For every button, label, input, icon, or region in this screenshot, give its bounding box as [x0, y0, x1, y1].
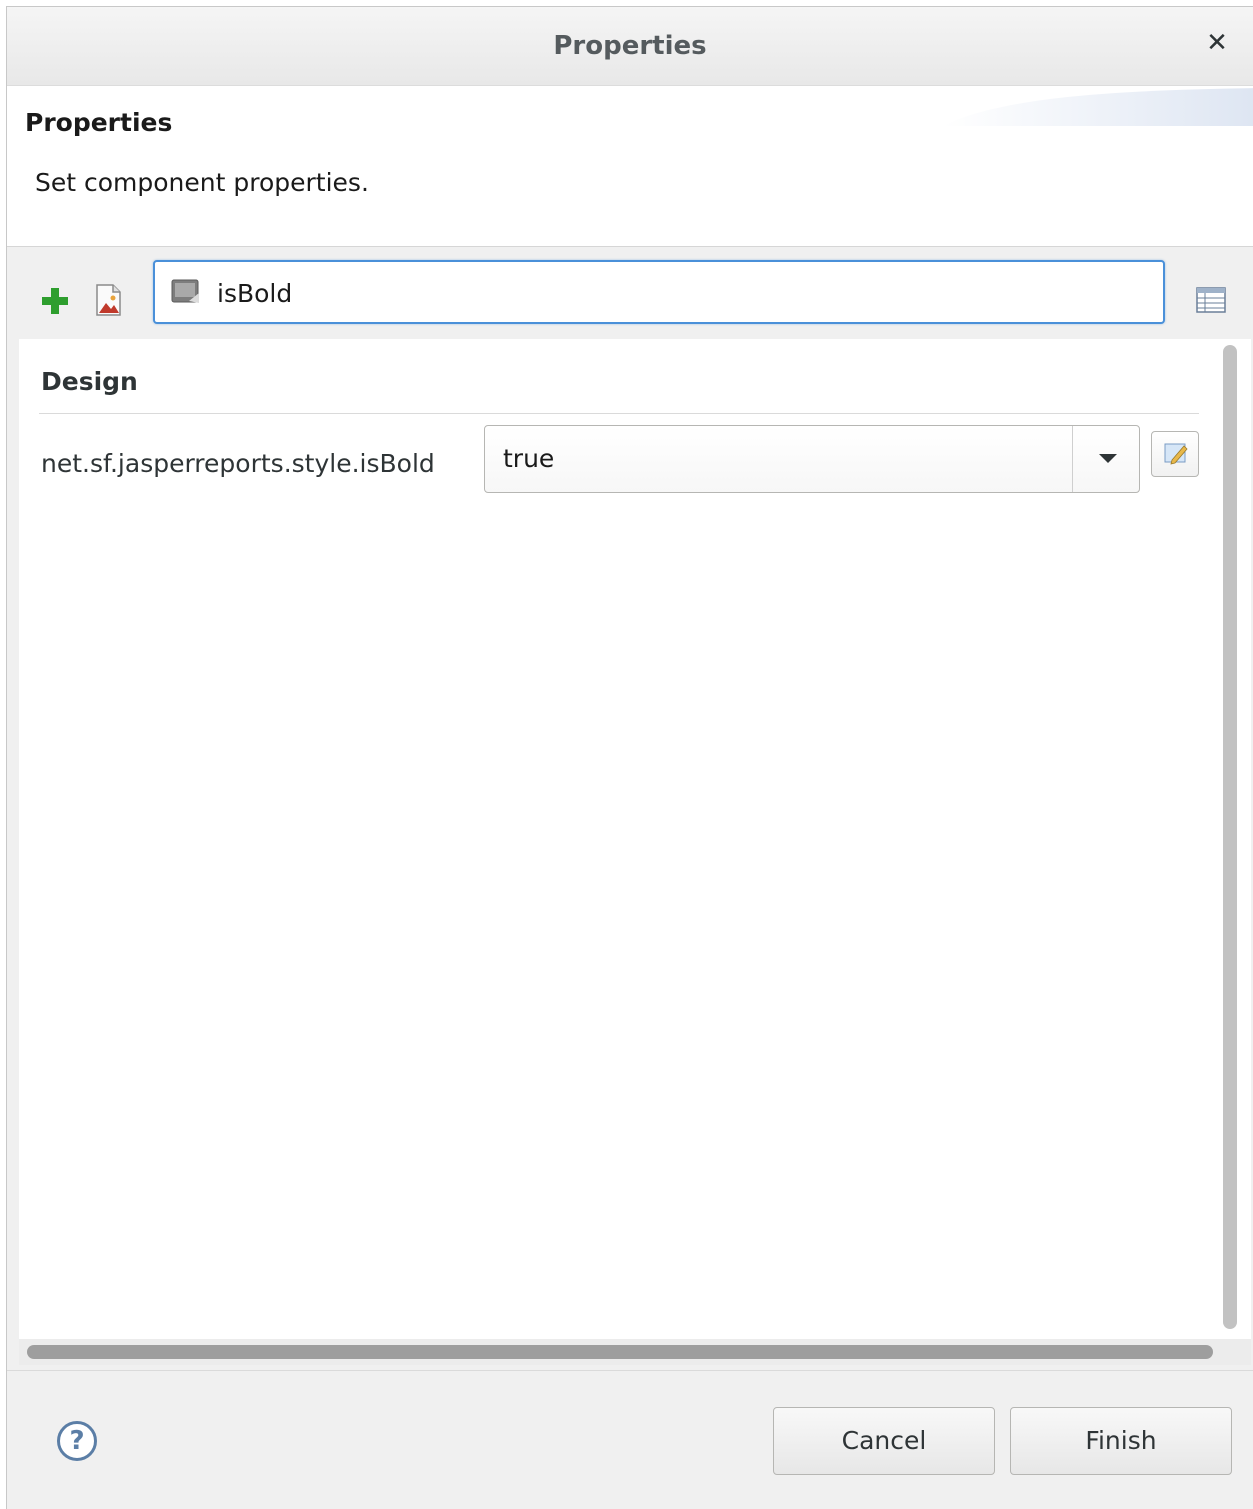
- property-value-dropdown[interactable]: true: [484, 425, 1140, 493]
- finish-button[interactable]: Finish: [1010, 1407, 1232, 1475]
- section-divider: [39, 413, 1199, 414]
- footer-divider: [7, 1370, 1253, 1371]
- plus-icon[interactable]: [39, 285, 71, 317]
- banner-decoration: [943, 88, 1253, 126]
- horizontal-scrollbar[interactable]: [27, 1345, 1213, 1359]
- properties-panel: Design net.sf.jasperreports.style.isBold…: [19, 339, 1251, 1357]
- cancel-button[interactable]: Cancel: [773, 1407, 995, 1475]
- section-title-design: Design: [41, 367, 138, 396]
- dropdown-selected-value: true: [503, 444, 555, 473]
- window-title: Properties: [553, 31, 707, 61]
- chevron-down-icon[interactable]: [1099, 454, 1117, 463]
- properties-dialog: Properties ✕ Properties Set component pr…: [6, 6, 1253, 1509]
- property-search-field[interactable]: [153, 260, 1165, 324]
- toolbar: [7, 247, 1253, 339]
- search-input[interactable]: [217, 272, 1137, 314]
- property-label: net.sf.jasperreports.style.isBold: [41, 449, 435, 478]
- page-title: Properties: [25, 108, 173, 137]
- wizard-header: Properties Set component properties.: [7, 86, 1253, 247]
- title-bar: Properties ✕: [7, 7, 1253, 86]
- table-view-icon[interactable]: [1195, 285, 1227, 317]
- page-description: Set component properties.: [35, 168, 369, 197]
- vertical-scrollbar[interactable]: [1223, 345, 1237, 1329]
- help-icon[interactable]: ?: [57, 1421, 97, 1461]
- edit-expression-button[interactable]: [1151, 431, 1199, 477]
- horizontal-scrollbar-track: [19, 1339, 1251, 1365]
- edit-expression-icon: [1164, 443, 1188, 465]
- dropdown-separator: [1072, 426, 1073, 492]
- image-icon[interactable]: [93, 283, 125, 316]
- property-icon: [171, 279, 199, 303]
- close-icon[interactable]: ✕: [1203, 29, 1231, 57]
